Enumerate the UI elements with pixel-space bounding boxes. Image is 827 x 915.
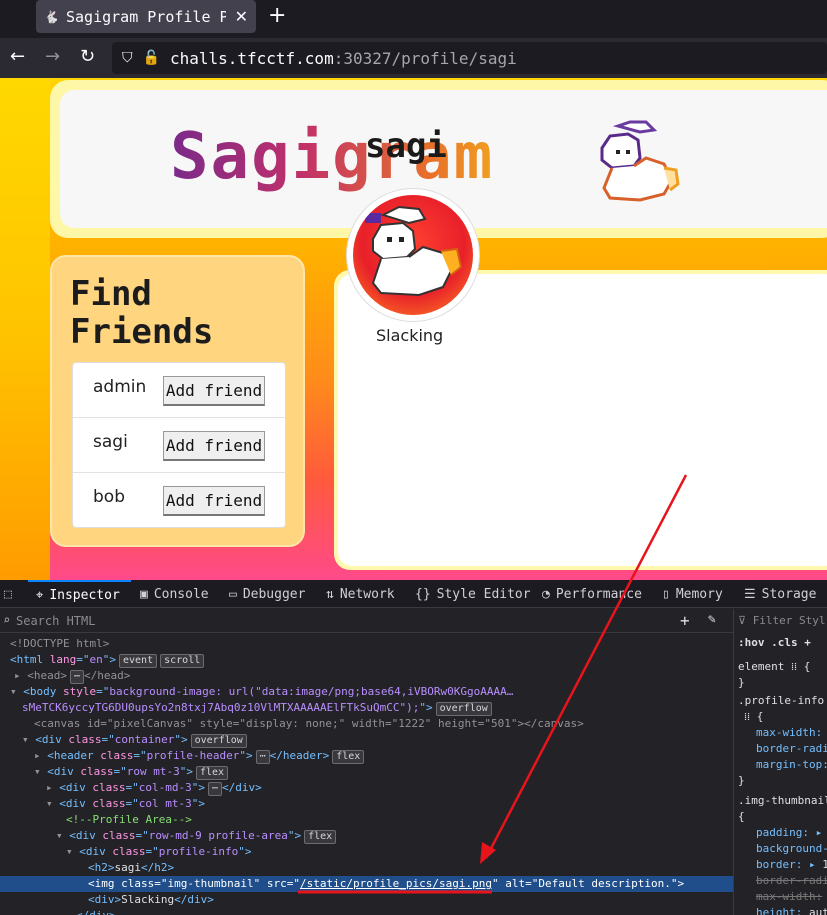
list-item: bob Add friend xyxy=(73,473,285,528)
add-friend-button[interactable]: Add friend xyxy=(163,431,265,461)
tab-memory[interactable]: ▯ Memory xyxy=(662,580,723,608)
rule-selector: .profile-info xyxy=(738,694,825,707)
shield-icon[interactable]: ⛉ xyxy=(122,50,133,66)
tree-node[interactable]: <canvas id="pixelCanvas" style="display:… xyxy=(0,716,733,732)
rules-filter[interactable]: ⊽ Filter Styl xyxy=(738,613,826,629)
style-editor-icon: {} xyxy=(415,586,431,602)
url-text: challs.tfcctf.com:30327/profile/sagi xyxy=(169,48,517,68)
favicon-icon: 🐇 xyxy=(44,9,59,24)
tab-title: Sagigram Profile P xyxy=(66,7,226,26)
storage-icon: ☰ xyxy=(744,586,756,602)
tree-node[interactable]: ▸ <header class="profile-header"> ⋯ </head… xyxy=(0,748,733,764)
browser-tab[interactable]: 🐇 Sagigram Profile P ✕ xyxy=(36,0,256,33)
address-bar[interactable]: ⛉ 🔓 challs.tfcctf.com:30327/profile/sagi xyxy=(112,42,827,74)
devtools-panel: ⬚ ⌖ Inspector ▣ Console ▭ Debugger ⇅ Network… xyxy=(0,580,827,915)
tab-performance[interactable]: ◔ Performance xyxy=(542,580,642,608)
tab-debugger[interactable]: ▭ Debugger xyxy=(229,580,305,608)
rule-element: element ⁞⁞ { xyxy=(738,660,811,673)
find-friends-title: Find Friends xyxy=(70,274,214,352)
new-tab-button[interactable]: + xyxy=(268,3,286,28)
profile-status: Slacking xyxy=(376,326,444,345)
tab-style-editor[interactable]: {} Style Editor xyxy=(415,580,531,608)
back-icon[interactable]: ← xyxy=(10,46,25,67)
profile-avatar xyxy=(346,188,480,322)
tree-node[interactable]: <h2>sagi</h2> xyxy=(0,860,733,876)
rule-selector: .img-thumbnail xyxy=(738,794,827,807)
friend-name: bob xyxy=(93,487,125,507)
friends-list: admin Add friend sagi Add friend bob Add… xyxy=(72,362,286,528)
tree-node[interactable]: <!DOCTYPE html> xyxy=(0,636,733,652)
tree-node[interactable]: ▾ <body style="background-image: url("da… xyxy=(0,684,733,700)
inspector-icon: ⌖ xyxy=(36,587,44,603)
memory-icon: ▯ xyxy=(662,586,670,602)
rules-panel: ⊽ Filter Styl :hov .cls + element ⁞⁞ { }… xyxy=(733,609,827,915)
tab-storage[interactable]: ☰ Storage xyxy=(744,580,816,608)
add-friend-button[interactable]: Add friend xyxy=(163,486,265,516)
tree-node[interactable]: sMeTCK6yccyTG6DU0upsYo2n8txj7Abq0z10VlMT… xyxy=(0,700,733,716)
eyedropper-icon[interactable]: ✎ xyxy=(708,612,716,627)
tree-node[interactable]: </div> xyxy=(0,908,733,915)
reload-icon[interactable]: ↻ xyxy=(80,46,95,67)
html-search[interactable]: ⌕ Search HTML + ✎ xyxy=(0,609,733,633)
list-item: admin Add friend xyxy=(73,363,285,418)
tree-node[interactable]: ▾ <div class="container"> overflow xyxy=(0,732,733,748)
add-node-icon[interactable]: + xyxy=(680,611,690,630)
list-item: sagi Add friend xyxy=(73,418,285,473)
console-icon: ▣ xyxy=(140,586,148,602)
tree-node[interactable]: ▾ <div class="profile-info"> xyxy=(0,844,733,860)
friend-name: admin xyxy=(93,377,147,397)
friend-name: sagi xyxy=(93,432,128,452)
tree-node[interactable]: ▸ <div class="col-md-3"> ⋯ </div> xyxy=(0,780,733,796)
tree-node[interactable]: <!--Profile Area--> xyxy=(0,812,733,828)
tree-node[interactable]: ▾ <div class="col mt-3"> xyxy=(0,796,733,812)
network-icon: ⇅ xyxy=(326,586,334,602)
profile-name: sagi xyxy=(365,126,447,166)
search-input[interactable]: Search HTML xyxy=(16,614,95,628)
nav-bar: ← → ↻ ⛉ 🔓 challs.tfcctf.com:30327/profil… xyxy=(0,38,827,78)
performance-icon: ◔ xyxy=(542,586,550,602)
tab-network[interactable]: ⇅ Network xyxy=(326,580,395,608)
html-tree[interactable]: <!DOCTYPE html> <html lang="en"> event scr… xyxy=(0,634,733,915)
tree-node[interactable]: ▸ <head> ⋯ </head> xyxy=(0,668,733,684)
add-friend-button[interactable]: Add friend xyxy=(163,376,265,406)
tab-inspector[interactable]: ⌖ Inspector xyxy=(28,580,131,608)
devtools-tabs: ⬚ ⌖ Inspector ▣ Console ▭ Debugger ⇅ Network… xyxy=(0,580,827,608)
close-tab-icon[interactable]: ✕ xyxy=(235,7,248,26)
page-viewport: Sagigram Find Friends admin Add friend s… xyxy=(0,78,827,580)
bunny-avatar-icon xyxy=(365,205,463,297)
tree-node[interactable]: ▾ <div class="row-md-9 profile-area"> fle… xyxy=(0,828,733,844)
tree-node[interactable]: ▾ <div class="row mt-3"> flex xyxy=(0,764,733,780)
bunny-logo-icon xyxy=(600,120,680,202)
find-friends-panel: Find Friends admin Add friend sagi Add fr… xyxy=(50,255,305,547)
tree-node[interactable]: <html lang="en"> event scroll xyxy=(0,652,733,668)
debugger-icon: ▭ xyxy=(229,586,237,602)
selected-tree-node[interactable]: <img class="img-thumbnail" src="/static/… xyxy=(0,876,733,892)
insecure-lock-icon[interactable]: 🔓 xyxy=(143,50,160,66)
search-icon: ⌕ xyxy=(3,613,11,627)
filter-icon: ⊽ xyxy=(738,614,753,627)
tab-console[interactable]: ▣ Console xyxy=(140,580,209,608)
tab-bar: 🐇 Sagigram Profile P ✕ + xyxy=(0,0,827,38)
pick-element-icon[interactable]: ⬚ xyxy=(4,580,12,608)
forward-icon[interactable]: → xyxy=(45,46,60,67)
tree-node[interactable]: <div>Slacking</div> xyxy=(0,892,733,908)
hov-cls-toggle[interactable]: :hov .cls + xyxy=(738,635,811,651)
